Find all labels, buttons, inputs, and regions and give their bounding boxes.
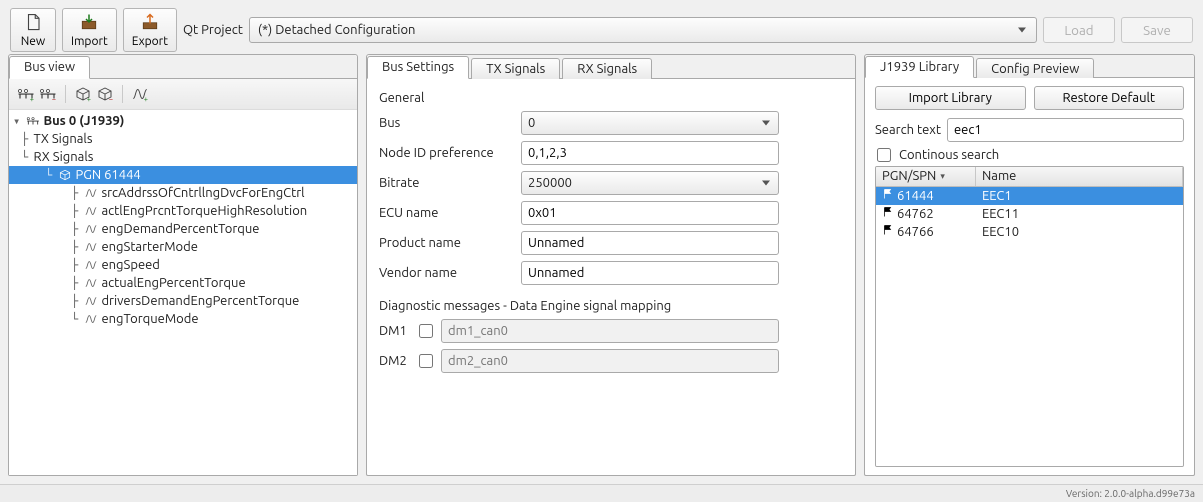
export-button[interactable]: Export [123, 8, 177, 52]
signal-icon [83, 275, 99, 291]
signal-icon [83, 257, 99, 273]
flag-icon [882, 206, 894, 221]
library-table[interactable]: PGN/SPN▾ Name 61444 EEC1 64762 EEC11 647… [875, 166, 1184, 467]
tree-node-signal[interactable]: ├ driversDemandEngPercentTorque [9, 292, 357, 310]
table-row[interactable]: 61444 EEC1 [876, 187, 1183, 205]
status-bar: Version: 2.0.0-alpha.d99e73a [0, 484, 1203, 502]
signal-icon [83, 293, 99, 309]
tree-node-signal[interactable]: └ engTorqueMode [9, 310, 357, 328]
dm1-checkbox[interactable] [419, 324, 433, 338]
bus-view-panel: Bus view + − + − + ▾ Bus 0 (J1939) ├ TX … [8, 54, 358, 476]
col-name[interactable]: Name [976, 167, 1183, 186]
search-input[interactable] [947, 118, 1184, 142]
tree-node-pgn[interactable]: └ PGN 61444 [9, 166, 357, 184]
bus-icon [25, 113, 41, 129]
export-label: Export [132, 36, 168, 48]
dm2-input [441, 349, 779, 373]
bus-label: Bus [379, 116, 517, 130]
tab-config-preview[interactable]: Config Preview [976, 58, 1094, 78]
import-label: Import [71, 36, 108, 48]
doc-icon [24, 13, 42, 34]
dm1-label: DM1 [379, 324, 413, 338]
bitrate-label: Bitrate [379, 176, 517, 190]
product-input[interactable] [521, 231, 779, 255]
remove-box-icon[interactable]: − [94, 83, 116, 105]
tab-rx-signals[interactable]: RX Signals [562, 58, 652, 79]
flag-icon [882, 224, 894, 239]
tree-node-signal[interactable]: ├ actualEngPercentTorque [9, 274, 357, 292]
signal-icon [83, 221, 99, 237]
tree-node-signal[interactable]: ├ engSpeed [9, 256, 357, 274]
qt-project-label: Qt Project [183, 23, 243, 37]
ecu-input[interactable] [521, 201, 779, 225]
svg-text:+: + [30, 96, 34, 104]
add-signal-icon[interactable]: + [129, 83, 151, 105]
table-row[interactable]: 64762 EEC11 [876, 205, 1183, 223]
bitrate-combo[interactable]: 250000 [521, 171, 779, 195]
config-combo[interactable]: (*) Detached Configuration [249, 17, 1037, 43]
dm1-input [441, 319, 779, 343]
section-general: General [379, 91, 843, 105]
flag-icon [882, 188, 894, 203]
add-bus-icon[interactable]: + [15, 83, 37, 105]
tree-node-signal[interactable]: ├ engDemandPercentTorque [9, 220, 357, 238]
svg-text:+: + [144, 96, 148, 104]
svg-text:−: − [52, 96, 56, 104]
save-button[interactable]: Save [1121, 17, 1193, 43]
signal-icon [83, 203, 99, 219]
vendor-input[interactable] [521, 261, 779, 285]
nodeid-label: Node ID preference [379, 146, 517, 160]
ecu-label: ECU name [379, 206, 517, 220]
library-panel: J1939 Library Config Preview Import Libr… [864, 54, 1195, 476]
dm2-checkbox[interactable] [419, 354, 433, 368]
restore-default-button[interactable]: Restore Default [1034, 86, 1185, 110]
add-box-icon[interactable]: + [72, 83, 94, 105]
export-icon [141, 13, 159, 34]
config-value: (*) Detached Configuration [258, 23, 416, 37]
tab-tx-signals[interactable]: TX Signals [471, 58, 560, 79]
import-icon [80, 13, 98, 34]
dm2-label: DM2 [379, 354, 413, 368]
continuous-search-checkbox[interactable] [877, 148, 891, 162]
signal-icon [83, 185, 99, 201]
continuous-search-label: Continous search [899, 148, 999, 162]
product-label: Product name [379, 236, 517, 250]
vendor-label: Vendor name [379, 266, 517, 280]
import-library-button[interactable]: Import Library [875, 86, 1026, 110]
tree-node-signal[interactable]: ├ actlEngPrcntTorqueHighResolution [9, 202, 357, 220]
version-text: Version: 2.0.0-alpha.d99e73a [1066, 488, 1195, 499]
bus-combo[interactable]: 0 [521, 111, 779, 135]
box-icon [57, 167, 73, 183]
new-button[interactable]: New [10, 8, 56, 52]
tree-node-bus[interactable]: ▾ Bus 0 (J1939) [9, 112, 357, 130]
tab-j1939-library[interactable]: J1939 Library [865, 56, 974, 78]
import-button[interactable]: Import [62, 8, 117, 52]
tree-node-rx[interactable]: └ RX Signals [9, 148, 357, 166]
section-diag: Diagnostic messages - Data Engine signal… [379, 299, 843, 313]
load-button[interactable]: Load [1043, 17, 1115, 43]
tree-node-tx[interactable]: ├ TX Signals [9, 130, 357, 148]
table-row[interactable]: 64766 EEC10 [876, 223, 1183, 241]
signal-icon [83, 311, 99, 327]
svg-text:−: − [109, 96, 113, 104]
tree-node-signal[interactable]: ├ engStarterMode [9, 238, 357, 256]
bus-tree[interactable]: ▾ Bus 0 (J1939) ├ TX Signals └ RX Signal… [9, 110, 357, 475]
tab-bus-view[interactable]: Bus view [9, 56, 90, 79]
bus-view-toolbar: + − + − + [9, 79, 357, 110]
nodeid-input[interactable] [521, 141, 779, 165]
search-label: Search text [875, 123, 941, 137]
new-label: New [21, 36, 46, 48]
remove-bus-icon[interactable]: − [37, 83, 59, 105]
svg-text:+: + [87, 96, 91, 104]
col-pgn[interactable]: PGN/SPN▾ [876, 167, 976, 186]
tree-node-signal[interactable]: ├ srcAddrssOfCntrllngDvcForEngCtrl [9, 184, 357, 202]
signal-icon [83, 239, 99, 255]
sort-desc-icon: ▾ [940, 171, 945, 182]
tab-bus-settings[interactable]: Bus Settings [367, 56, 469, 79]
settings-panel: Bus Settings TX Signals RX Signals Gener… [366, 54, 856, 476]
